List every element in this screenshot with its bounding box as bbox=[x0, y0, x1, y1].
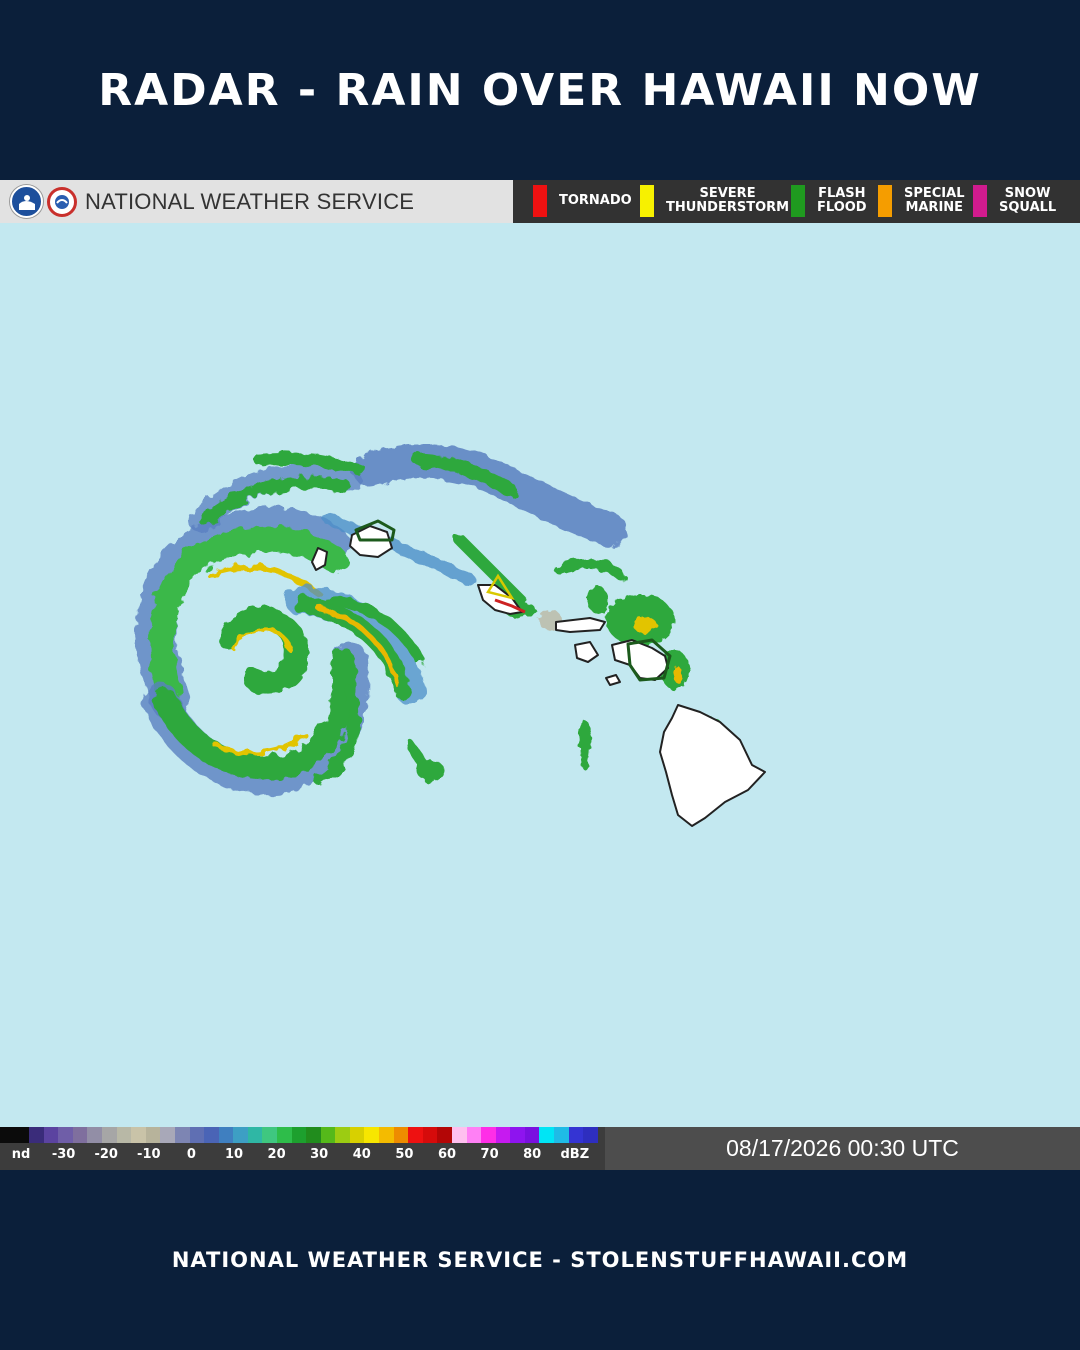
ramp-swatch bbox=[422, 1127, 438, 1143]
legend-item-flash-flood: FLASH FLOOD bbox=[791, 185, 867, 217]
ramp-swatch bbox=[160, 1127, 175, 1143]
legend-label: MARINE bbox=[905, 200, 964, 215]
ramp-swatch bbox=[0, 1127, 15, 1143]
footer-credit: NATIONAL WEATHER SERVICE - STOLENSTUFFHA… bbox=[171, 1248, 909, 1272]
dbz-tick-label: 80 bbox=[523, 1147, 542, 1162]
dbz-tick-label: 50 bbox=[395, 1147, 414, 1162]
legend-label: SNOW bbox=[1004, 186, 1051, 201]
ramp-swatch bbox=[379, 1127, 394, 1143]
dbz-color-scale: nd -30 -20 -10 0 10 20 30 40 50 60 70 80 dBZ bbox=[0, 1127, 605, 1170]
ramp-swatch bbox=[247, 1127, 263, 1143]
lanai-island bbox=[574, 641, 599, 663]
dbz-tick-label: -10 bbox=[137, 1147, 161, 1162]
dbz-tick-label: 0 bbox=[186, 1147, 196, 1162]
legend-swatch bbox=[640, 185, 654, 217]
dbz-tick-label: -30 bbox=[51, 1147, 76, 1162]
ramp-swatch bbox=[481, 1127, 496, 1143]
ramp-swatch bbox=[72, 1127, 88, 1143]
nws-logo-icon bbox=[47, 186, 77, 217]
legend-label: SQUALL bbox=[999, 200, 1057, 215]
legend-swatch bbox=[878, 185, 892, 217]
dbz-tick-label: 10 bbox=[224, 1147, 244, 1162]
ramp-swatch bbox=[437, 1127, 452, 1143]
ramp-swatch bbox=[393, 1127, 409, 1143]
legend-swatch bbox=[533, 185, 547, 217]
ramp-swatch bbox=[291, 1127, 307, 1143]
nws-header-bar: NATIONAL WEATHER SERVICE bbox=[0, 180, 513, 223]
ramp-swatch bbox=[189, 1127, 205, 1143]
molokai-island bbox=[555, 617, 606, 633]
ramp-swatch bbox=[204, 1127, 219, 1143]
nws-title: NATIONAL WEATHER SERVICE bbox=[85, 188, 415, 214]
ramp-swatch bbox=[408, 1127, 423, 1143]
legend-label: FLASH bbox=[818, 186, 866, 201]
ramp-swatch bbox=[233, 1127, 248, 1143]
ramp-swatch bbox=[364, 1127, 380, 1143]
dbz-tick-label: dBZ bbox=[560, 1147, 590, 1162]
radar-map[interactable] bbox=[0, 180, 1080, 1170]
warning-legend: TORNADO SEVERE THUNDERSTORM FLASH FLOOD SP… bbox=[513, 180, 1080, 223]
legend-swatch bbox=[973, 185, 987, 217]
ramp-swatch bbox=[131, 1127, 146, 1143]
ramp-swatch bbox=[306, 1127, 321, 1143]
ramp-swatch bbox=[145, 1127, 161, 1143]
legend-label: SEVERE bbox=[699, 186, 756, 201]
ramp-swatch bbox=[539, 1127, 554, 1143]
legend-item-severe-thunderstorm: SEVERE THUNDERSTORM bbox=[640, 185, 789, 217]
legend-label: SPECIAL bbox=[904, 186, 965, 201]
kahoolawe-island bbox=[605, 674, 621, 686]
legend-label: TORNADO bbox=[559, 193, 632, 208]
ramp-swatch bbox=[583, 1127, 598, 1143]
noaa-logo-icon bbox=[10, 185, 43, 218]
ramp-swatch bbox=[87, 1127, 103, 1143]
dbz-tick-label: 40 bbox=[352, 1147, 371, 1162]
ramp-swatch bbox=[29, 1127, 44, 1143]
dbz-tick-label: 60 bbox=[437, 1147, 457, 1162]
dbz-color-ramp bbox=[0, 1127, 598, 1143]
ramp-swatch bbox=[116, 1127, 132, 1143]
ramp-swatch bbox=[14, 1127, 30, 1143]
dbz-tick-label: 30 bbox=[310, 1147, 329, 1162]
radar-frame: NATIONAL WEATHER SERVICE TORNADO SEVERE T… bbox=[0, 180, 1080, 1170]
legend-item-tornado: TORNADO bbox=[533, 185, 632, 217]
ramp-swatch bbox=[276, 1127, 292, 1143]
ramp-swatch bbox=[568, 1127, 584, 1143]
ramp-swatch bbox=[43, 1127, 59, 1143]
page-title: RADAR - RAIN OVER HAWAII NOW bbox=[98, 64, 982, 116]
hurricane-rain-band bbox=[136, 463, 435, 795]
ramp-swatch bbox=[510, 1127, 525, 1143]
timestamp-bar: 08/17/2026 00:30 UTC bbox=[605, 1127, 1080, 1170]
ramp-swatch bbox=[349, 1127, 365, 1143]
dbz-tick-label: nd bbox=[11, 1147, 31, 1162]
legend-label: FLOOD bbox=[817, 200, 867, 215]
ramp-swatch bbox=[58, 1127, 73, 1143]
legend-swatch bbox=[791, 185, 805, 217]
ramp-swatch bbox=[320, 1127, 336, 1143]
dbz-tick-label: -20 bbox=[94, 1147, 118, 1162]
legend-item-special-marine: SPECIAL MARINE bbox=[878, 185, 965, 217]
ramp-swatch bbox=[335, 1127, 350, 1143]
ramp-swatch bbox=[262, 1127, 277, 1143]
dbz-tick-labels: nd -30 -20 -10 0 10 20 30 40 50 60 70 80 dBZ bbox=[0, 1147, 605, 1167]
ramp-swatch bbox=[495, 1127, 511, 1143]
ramp-swatch bbox=[174, 1127, 190, 1143]
ramp-swatch bbox=[451, 1127, 467, 1143]
hawaiian-islands bbox=[311, 525, 766, 827]
dbz-tick-label: 20 bbox=[267, 1147, 286, 1162]
ramp-swatch bbox=[466, 1127, 482, 1143]
radar-timestamp: 08/17/2026 00:30 UTC bbox=[726, 1135, 959, 1161]
legend-item-snow-squall: SNOW SQUALL bbox=[973, 185, 1056, 217]
ramp-swatch bbox=[102, 1127, 117, 1143]
dbz-tick-label: 70 bbox=[480, 1147, 499, 1162]
legend-label: THUNDERSTORM bbox=[666, 200, 790, 215]
big-island bbox=[659, 704, 766, 827]
ramp-swatch bbox=[218, 1127, 234, 1143]
ramp-swatch bbox=[553, 1127, 569, 1143]
ramp-swatch bbox=[524, 1127, 540, 1143]
